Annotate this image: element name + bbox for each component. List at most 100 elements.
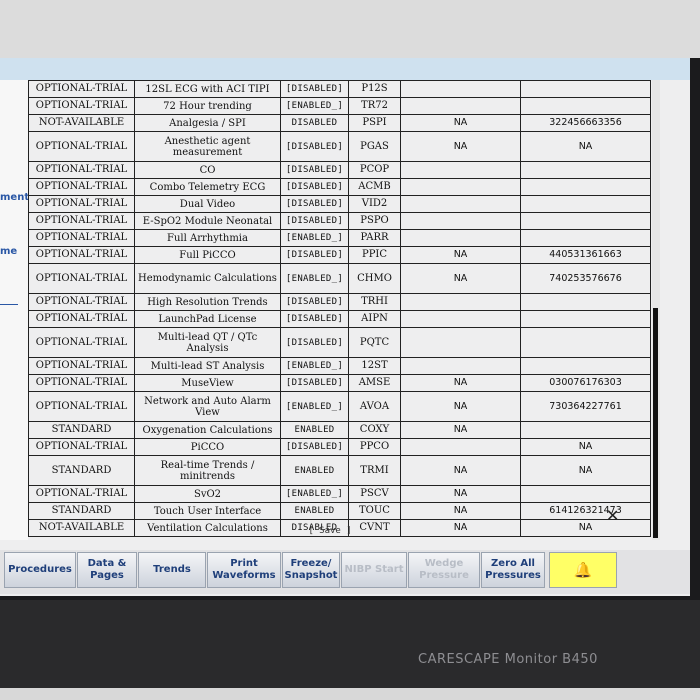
option-value-cell[interactable] (400, 161, 521, 179)
freeze-snapshot-button[interactable]: Freeze/ Snapshot (282, 552, 340, 588)
option-state-cell[interactable]: [DISABLED] (280, 161, 349, 179)
table-row: OPTIONAL-TRIAL Hemodynamic Calculations [E… (28, 263, 651, 294)
option-state-cell[interactable]: [ENABLED_] (280, 391, 349, 422)
option-key-cell[interactable] (520, 178, 651, 196)
option-key-cell[interactable]: 440531361663 (520, 246, 651, 264)
option-value-cell[interactable] (400, 310, 521, 328)
option-state-cell[interactable]: [DISABLED] (280, 131, 349, 162)
procedures-button[interactable]: Procedures (4, 552, 76, 588)
option-key-cell[interactable] (520, 161, 651, 179)
trends-button[interactable]: Trends (138, 552, 206, 588)
table-row: OPTIONAL-TRIAL Network and Auto Alarm Vie… (28, 391, 651, 422)
table-row: STANDARD Real-time Trends / minitrends ENA… (28, 455, 651, 486)
option-state-cell[interactable]: [ENABLED_] (280, 97, 349, 115)
option-state-cell[interactable]: [ENABLED_] (280, 229, 349, 247)
save-button[interactable]: [ Save ] (300, 526, 360, 536)
option-value-cell[interactable]: NA (400, 485, 521, 503)
option-key-cell[interactable] (520, 195, 651, 213)
sidebar-label-1[interactable]: ment (0, 192, 29, 203)
option-status-cell: OPTIONAL-TRIAL (28, 131, 135, 162)
scrollbar-thumb[interactable] (653, 308, 658, 538)
option-state-cell[interactable]: [DISABLED] (280, 195, 349, 213)
data-pages-button[interactable]: Data & Pages (77, 552, 137, 588)
option-value-cell[interactable] (400, 438, 521, 456)
print-waveforms-button[interactable]: Print Waveforms (207, 552, 281, 588)
option-key-cell[interactable] (520, 310, 651, 328)
option-value-cell[interactable]: NA (400, 246, 521, 264)
table-row: OPTIONAL-TRIAL Combo Telemetry ECG [DISABL… (28, 178, 651, 196)
option-key-cell[interactable] (520, 293, 651, 311)
option-value-cell[interactable] (400, 195, 521, 213)
close-icon[interactable]: ✕ (606, 506, 619, 525)
option-state-cell[interactable]: ENABLED (280, 421, 349, 439)
option-key-cell[interactable] (520, 485, 651, 503)
option-value-cell[interactable] (400, 80, 521, 98)
option-value-cell[interactable]: NA (400, 263, 521, 294)
wedge-pressure-button[interactable]: Wedge Pressure (408, 552, 480, 588)
option-key-cell[interactable] (520, 229, 651, 247)
option-state-cell[interactable]: [DISABLED] (280, 246, 349, 264)
option-state-cell[interactable]: [DISABLED] (280, 327, 349, 358)
option-value-cell[interactable]: NA (400, 455, 521, 486)
option-state-cell[interactable]: [ENABLED_] (280, 485, 349, 503)
option-state-cell[interactable]: [DISABLED] (280, 80, 349, 98)
option-state-cell[interactable]: [DISABLED] (280, 293, 349, 311)
option-value-cell[interactable] (400, 327, 521, 358)
option-key-cell[interactable]: 614126321473 (520, 502, 651, 520)
option-key-cell[interactable]: 730364227761 (520, 391, 651, 422)
option-key-cell[interactable] (520, 97, 651, 115)
option-name-cell: Real-time Trends / minitrends (134, 455, 281, 486)
option-code-cell: PQTC (348, 327, 401, 358)
option-state-cell[interactable]: [DISABLED] (280, 374, 349, 392)
option-value-cell[interactable]: NA (400, 421, 521, 439)
option-value-cell[interactable] (400, 178, 521, 196)
option-value-cell[interactable] (400, 357, 521, 375)
option-key-cell[interactable]: 322456663356 (520, 114, 651, 132)
option-state-cell[interactable]: [DISABLED] (280, 438, 349, 456)
option-state-cell[interactable]: [DISABLED] (280, 212, 349, 230)
option-state-cell[interactable]: [DISABLED] (280, 310, 349, 328)
option-code-cell: PARR (348, 229, 401, 247)
option-value-cell[interactable]: NA (400, 391, 521, 422)
option-value-cell[interactable]: NA (400, 114, 521, 132)
option-key-cell[interactable] (520, 327, 651, 358)
option-state-cell[interactable]: [DISABLED] (280, 178, 349, 196)
option-state-cell[interactable]: [ENABLED_] (280, 263, 349, 294)
option-key-cell[interactable]: NA (520, 455, 651, 486)
option-name-cell: Hemodynamic Calculations (134, 263, 281, 294)
option-value-cell[interactable] (400, 229, 521, 247)
option-status-cell: STANDARD (28, 421, 135, 439)
option-value-cell[interactable]: NA (400, 519, 521, 537)
option-value-cell[interactable] (400, 212, 521, 230)
nibp-start-button[interactable]: NIBP Start (341, 552, 407, 588)
option-key-cell[interactable] (520, 357, 651, 375)
table-row: OPTIONAL-TRIAL Anesthetic agent measureme… (28, 131, 651, 162)
option-key-cell[interactable]: NA (520, 438, 651, 456)
option-code-cell: AMSE (348, 374, 401, 392)
option-name-cell: Network and Auto Alarm View (134, 391, 281, 422)
table-row: OPTIONAL-TRIAL Full Arrhythmia [ENABLED_] P… (28, 229, 651, 247)
option-status-cell: NOT-AVAILABLE (28, 114, 135, 132)
sidebar-label-2[interactable]: me (0, 246, 17, 257)
option-key-cell[interactable]: 030076176303 (520, 374, 651, 392)
option-state-cell[interactable]: ENABLED (280, 502, 349, 520)
option-key-cell[interactable]: 740253576676 (520, 263, 651, 294)
option-value-cell[interactable]: NA (400, 131, 521, 162)
option-value-cell[interactable]: NA (400, 502, 521, 520)
option-key-cell[interactable]: NA (520, 519, 651, 537)
option-name-cell: CO (134, 161, 281, 179)
zero-all-pressures-button[interactable]: Zero All Pressures (481, 552, 545, 588)
option-state-cell[interactable]: [ENABLED_] (280, 357, 349, 375)
option-key-cell[interactable]: NA (520, 131, 651, 162)
option-key-cell[interactable] (520, 80, 651, 98)
option-key-cell[interactable] (520, 212, 651, 230)
option-value-cell[interactable] (400, 97, 521, 115)
option-value-cell[interactable] (400, 293, 521, 311)
option-status-cell: OPTIONAL-TRIAL (28, 438, 135, 456)
option-state-cell[interactable]: ENABLED (280, 455, 349, 486)
option-state-cell[interactable]: DISABLED (280, 114, 349, 132)
option-value-cell[interactable]: NA (400, 374, 521, 392)
bell-icon[interactable]: 🔔 (549, 552, 617, 588)
table-row: OPTIONAL-TRIAL 72 Hour trending [ENABLED_]… (28, 97, 651, 115)
option-key-cell[interactable] (520, 421, 651, 439)
